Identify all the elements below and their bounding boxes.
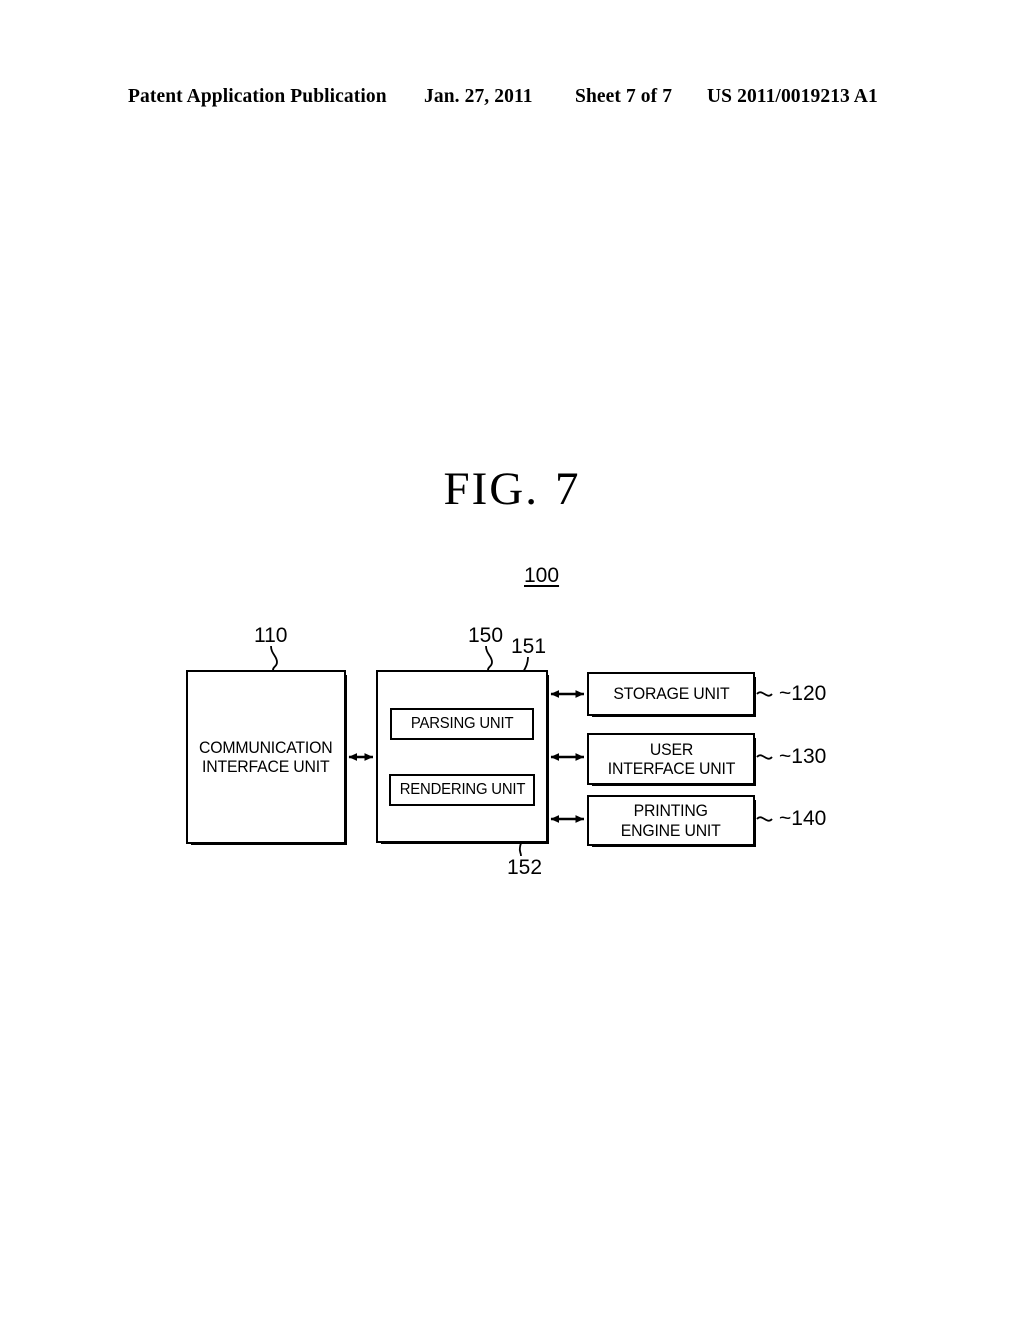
block-label-userinterface: USER INTERFACE UNIT	[607, 739, 735, 778]
reference-numeral-120: ~120	[779, 682, 827, 705]
figure-drawing-layer	[270, 645, 773, 857]
reference-numeral-150: 150	[468, 624, 504, 647]
reference-numeral-100: 100	[524, 564, 560, 587]
leader-line-120	[756, 691, 773, 697]
leader-line-150	[485, 645, 493, 671]
block-label-communication: COMMUNICATION INTERFACE UNIT	[199, 737, 333, 776]
block-communication-interface-unit: COMMUNICATION INTERFACE UNIT	[186, 670, 347, 845]
reference-numeral-152: 152	[507, 856, 543, 879]
block-label-userinterface-line2: INTERFACE UNIT	[607, 759, 735, 778]
block-label-rendering: RENDERING UNIT	[399, 781, 525, 799]
leader-line-130	[756, 754, 773, 760]
block-label-printing: PRINTING ENGINE UNIT	[621, 801, 721, 839]
block-label-printing-line1: PRINTING	[633, 801, 709, 821]
block-printing-engine-unit: PRINTING ENGINE UNIT	[587, 795, 756, 847]
block-parsing-unit: PARSING UNIT	[390, 708, 534, 740]
leader-line-110	[270, 645, 278, 671]
leader-line-140	[756, 816, 773, 822]
block-label-communication-line1: COMMUNICATION	[199, 737, 333, 757]
block-user-interface-unit: USER INTERFACE UNIT	[587, 733, 756, 786]
block-label-parsing: PARSING UNIT	[410, 715, 514, 733]
reference-numeral-130: ~130	[779, 745, 827, 768]
reference-numeral-151: 151	[511, 635, 547, 658]
block-control-unit	[376, 670, 549, 844]
reference-numeral-140: ~140	[779, 807, 827, 830]
reference-numeral-110: 110	[254, 624, 288, 647]
block-label-userinterface-line1: USER	[649, 739, 693, 759]
block-label-storage: STORAGE UNIT	[612, 684, 730, 704]
block-rendering-unit: RENDERING UNIT	[389, 774, 535, 806]
block-label-communication-line2: INTERFACE UNIT	[202, 757, 330, 776]
block-storage-unit: STORAGE UNIT	[587, 672, 756, 717]
block-label-printing-line2: ENGINE UNIT	[621, 820, 721, 840]
